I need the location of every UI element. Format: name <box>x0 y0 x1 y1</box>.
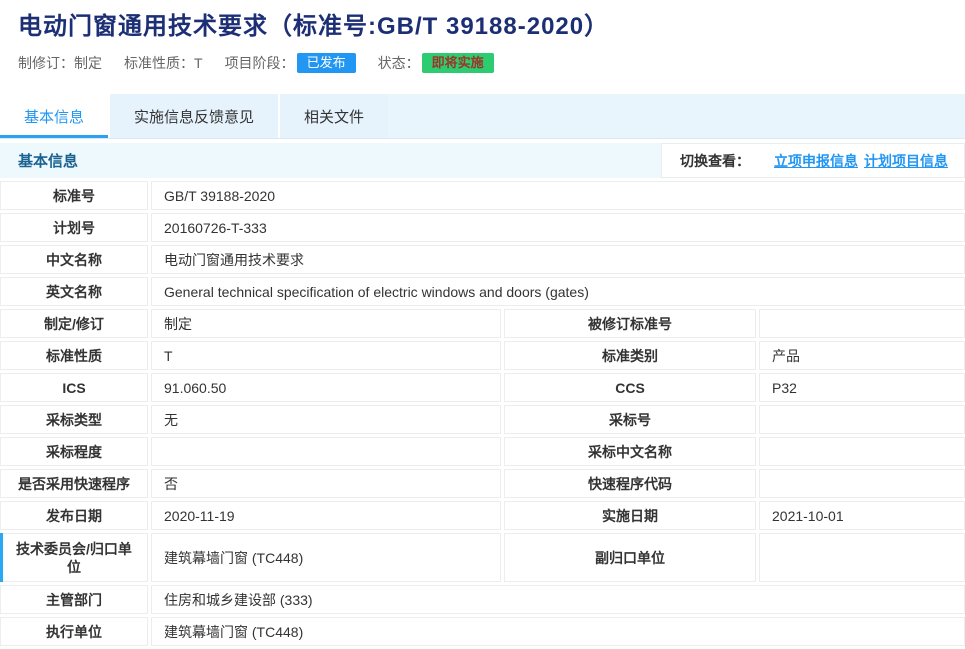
row-value: 2020-11-19 <box>151 501 501 530</box>
row-value-2 <box>759 469 965 498</box>
row-label-2: 副归口单位 <box>504 533 756 582</box>
row-value: T <box>151 341 501 370</box>
table-row: 主管部门住房和城乡建设部 (333) <box>0 585 965 614</box>
meta-label: 项目阶段： <box>225 53 295 73</box>
row-value: 制定 <box>151 309 501 338</box>
row-label-2: 被修订标准号 <box>504 309 756 338</box>
row-label: 标准性质 <box>0 341 148 370</box>
page-header: 电动门窗通用技术要求（标准号:GB/T 39188-2020） 制修订：制定 标… <box>0 0 965 73</box>
section-title: 基本信息 <box>18 150 78 171</box>
table-row: 是否采用快速程序否快速程序代码 <box>0 469 965 498</box>
row-label: 采标程度 <box>0 437 148 466</box>
row-value: 住房和城乡建设部 (333) <box>151 585 965 614</box>
row-label-2: 采标号 <box>504 405 756 434</box>
row-value: 无 <box>151 405 501 434</box>
tab-strip: 基本信息 实施信息反馈意见 相关文件 <box>0 94 965 139</box>
table-row: 中文名称电动门窗通用技术要求 <box>0 245 965 274</box>
row-label: 技术委员会/归口单位 <box>0 533 148 582</box>
meta-value: 制定 <box>74 53 102 73</box>
meta-item-nature: 标准性质：T <box>124 53 203 73</box>
info-table: 标准号GB/T 39188-2020计划号20160726-T-333中文名称电… <box>0 181 965 646</box>
row-label: 发布日期 <box>0 501 148 530</box>
row-label-2: 快速程序代码 <box>504 469 756 498</box>
table-row: 发布日期2020-11-19实施日期2021-10-01 <box>0 501 965 530</box>
row-value: 91.060.50 <box>151 373 501 402</box>
link-plan-project-info[interactable]: 计划项目信息 <box>864 151 948 171</box>
meta-label: 制修订： <box>18 53 74 73</box>
row-label-2: 实施日期 <box>504 501 756 530</box>
table-row: 采标类型无采标号 <box>0 405 965 434</box>
page-title: 电动门窗通用技术要求（标准号:GB/T 39188-2020） <box>18 12 947 42</box>
table-row: 计划号20160726-T-333 <box>0 213 965 242</box>
table-row: 英文名称General technical specification of e… <box>0 277 965 306</box>
row-value: 否 <box>151 469 501 498</box>
row-value-2: 2021-10-01 <box>759 501 965 530</box>
tab-basic-info[interactable]: 基本信息 <box>0 94 108 138</box>
row-value-2 <box>759 405 965 434</box>
row-value: GB/T 39188-2020 <box>151 181 965 210</box>
row-value: 建筑幕墙门窗 (TC448) <box>151 533 501 582</box>
row-label-2: 采标中文名称 <box>504 437 756 466</box>
row-value-2 <box>759 533 965 582</box>
table-row: 制定/修订制定被修订标准号 <box>0 309 965 338</box>
row-label: 标准号 <box>0 181 148 210</box>
stage-badge: 已发布 <box>297 53 356 73</box>
table-row: 标准号GB/T 39188-2020 <box>0 181 965 210</box>
meta-value: T <box>194 55 203 71</box>
meta-label: 状态： <box>378 53 420 73</box>
meta-item-stage: 项目阶段：已发布 <box>225 53 356 73</box>
table-row: 执行单位建筑幕墙门窗 (TC448) <box>0 617 965 646</box>
row-label-2: 标准类别 <box>504 341 756 370</box>
table-row: 技术委员会/归口单位建筑幕墙门窗 (TC448)副归口单位 <box>0 533 965 582</box>
table-row: ICS91.060.50CCSP32 <box>0 373 965 402</box>
meta-item-revision: 制修订：制定 <box>18 53 102 73</box>
row-label: 是否采用快速程序 <box>0 469 148 498</box>
row-value: 建筑幕墙门窗 (TC448) <box>151 617 965 646</box>
row-value: 20160726-T-333 <box>151 213 965 242</box>
meta-label: 标准性质： <box>124 53 194 73</box>
status-badge: 即将实施 <box>422 53 494 73</box>
tab-related-files[interactable]: 相关文件 <box>278 94 388 138</box>
table-row: 采标程度 采标中文名称 <box>0 437 965 466</box>
row-value-2 <box>759 309 965 338</box>
meta-item-status: 状态：即将实施 <box>378 53 494 73</box>
row-label-2: CCS <box>504 373 756 402</box>
row-label: 主管部门 <box>0 585 148 614</box>
section-bar: 基本信息 切换查看： 立项申报信息 计划项目信息 <box>0 143 965 178</box>
row-value: General technical specification of elect… <box>151 277 965 306</box>
row-label: 中文名称 <box>0 245 148 274</box>
table-row: 标准性质T标准类别产品 <box>0 341 965 370</box>
switch-label: 切换查看： <box>680 151 750 171</box>
row-value <box>151 437 501 466</box>
row-label: 执行单位 <box>0 617 148 646</box>
row-value: 电动门窗通用技术要求 <box>151 245 965 274</box>
link-project-application-info[interactable]: 立项申报信息 <box>774 151 858 171</box>
row-label: ICS <box>0 373 148 402</box>
meta-row: 制修订：制定 标准性质：T 项目阶段：已发布 状态：即将实施 <box>18 53 947 73</box>
row-value-2: P32 <box>759 373 965 402</box>
row-label: 采标类型 <box>0 405 148 434</box>
row-label: 英文名称 <box>0 277 148 306</box>
row-label: 制定/修订 <box>0 309 148 338</box>
view-switcher: 切换查看： 立项申报信息 计划项目信息 <box>661 143 965 178</box>
tab-implementation-feedback[interactable]: 实施信息反馈意见 <box>108 94 278 138</box>
row-label: 计划号 <box>0 213 148 242</box>
row-value-2: 产品 <box>759 341 965 370</box>
row-value-2 <box>759 437 965 466</box>
